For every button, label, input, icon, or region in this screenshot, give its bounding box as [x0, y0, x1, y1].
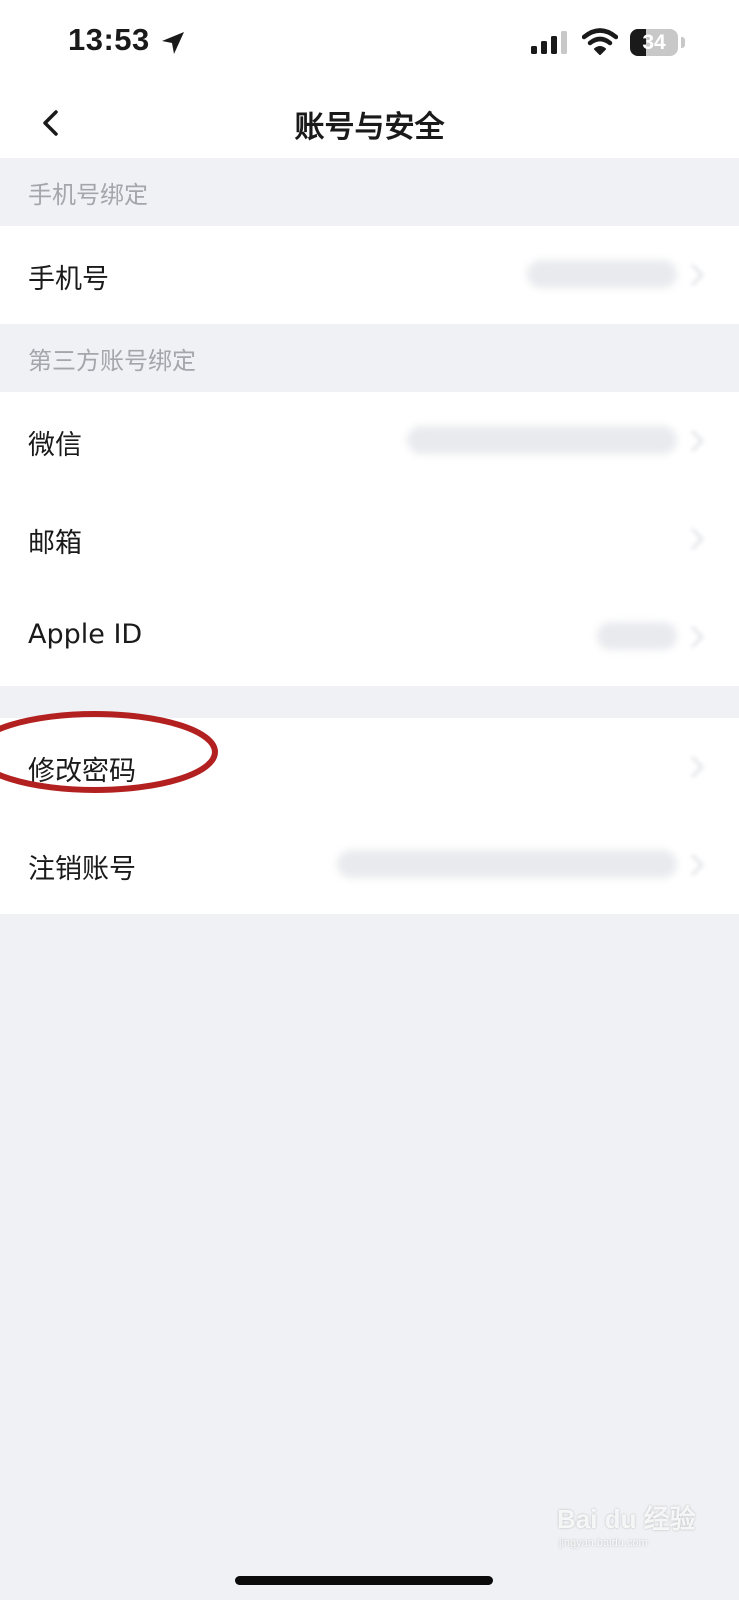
list-item-apple-id[interactable]: Apple ID — [0, 588, 739, 686]
wifi-icon — [581, 28, 619, 56]
status-bar: 13:53 34 — [0, 0, 739, 88]
highlight-ellipse-annotation — [0, 708, 220, 796]
list-item-wechat[interactable]: 微信 — [0, 392, 739, 490]
row-label: 注销账号 — [28, 854, 136, 885]
chevron-right-icon — [689, 754, 705, 780]
chevron-right-icon — [689, 428, 705, 454]
list-item-email[interactable]: 邮箱 — [0, 490, 739, 588]
row-label: 微信 — [28, 430, 82, 461]
section-title: 手机号绑定 — [28, 181, 148, 209]
status-time: 13:53 — [68, 22, 150, 57]
chevron-right-icon — [689, 526, 705, 552]
chevron-right-icon — [689, 262, 705, 288]
chevron-right-icon — [689, 624, 705, 650]
battery-percentage: 34 — [642, 31, 666, 54]
redacted-value — [527, 260, 677, 288]
battery-cap — [681, 37, 685, 48]
redacted-value — [597, 622, 677, 650]
location-arrow-icon — [160, 30, 186, 56]
page-title: 账号与安全 — [294, 110, 445, 145]
redacted-value — [337, 850, 677, 878]
battery-indicator: 34 — [630, 29, 678, 56]
section-header-phone-binding: 手机号绑定 — [0, 158, 739, 226]
section-header-third-party: 第三方账号绑定 — [0, 324, 739, 392]
home-indicator[interactable] — [235, 1576, 493, 1585]
navigation-bar: 账号与安全 — [0, 88, 739, 158]
cellular-signal-icon — [531, 31, 571, 55]
list-item-delete-account[interactable]: 注销账号 — [0, 816, 739, 914]
row-label: 手机号 — [28, 264, 109, 295]
chevron-right-icon — [689, 852, 705, 878]
redacted-value — [407, 426, 677, 454]
baidu-watermark: Bai du 经验 jingyan.baidu.com — [557, 1499, 707, 1559]
list-item-phone[interactable]: 手机号 — [0, 226, 739, 324]
watermark-url: jingyan.baidu.com — [559, 1537, 648, 1549]
section-title: 第三方账号绑定 — [28, 347, 196, 375]
watermark-brand: Bai du 经验 — [557, 1504, 696, 1534]
row-label: 邮箱 — [28, 528, 82, 559]
row-label: Apple ID — [28, 619, 143, 650]
